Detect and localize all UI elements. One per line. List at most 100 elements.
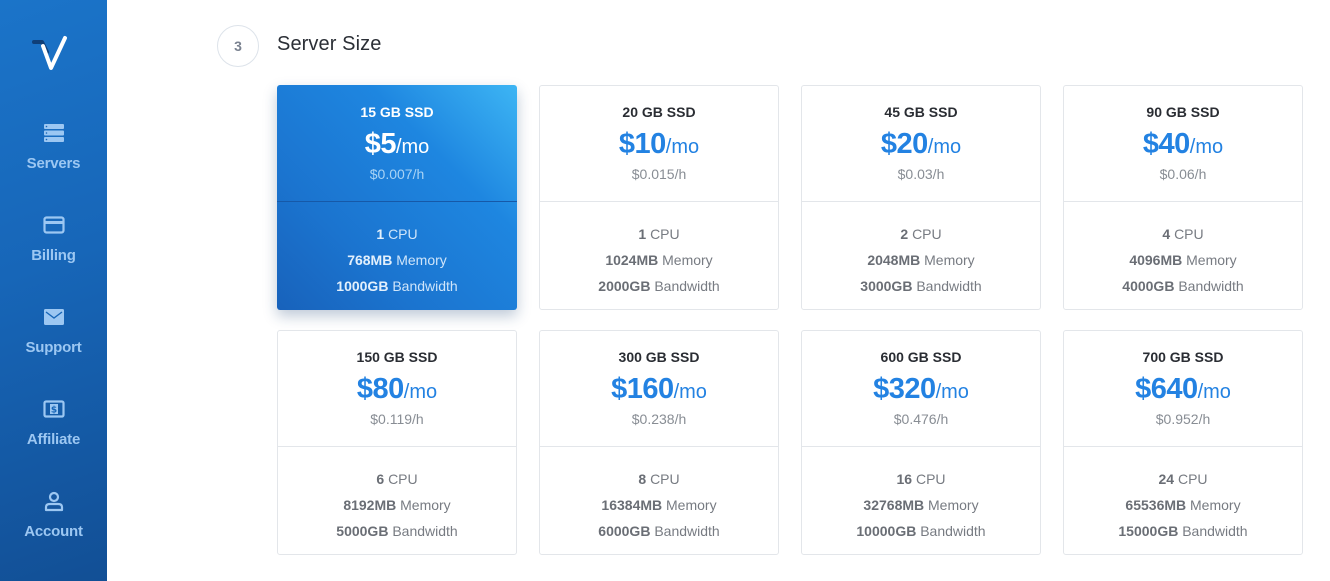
plan-bandwidth: 5000GB Bandwidth	[336, 523, 458, 539]
plan-price: $10/mo	[540, 129, 778, 164]
sidebar-item-affiliate[interactable]: $ Affiliate	[0, 398, 107, 448]
plan-price-unit: /mo	[395, 136, 430, 158]
plan-storage: 700 GB SSD	[1142, 349, 1224, 365]
plan-price: $160/mo	[540, 374, 778, 409]
plan-memory: 768MB Memory	[347, 252, 447, 268]
plan-cpu: 4 CPU	[1162, 226, 1204, 242]
plan-card[interactable]: 90 GB SSD $40/mo $0.06/h 4 CPU 4096MB Me…	[1063, 85, 1303, 310]
plan-memory: 1024MB Memory	[605, 252, 713, 268]
sidebar-item-label: Support	[25, 339, 82, 356]
plan-specs: 8 CPU 16384MB Memory 6000GB Bandwidth	[540, 447, 778, 544]
plan-card-header: 600 GB SSD $320/mo $0.476/h	[802, 331, 1040, 447]
plan-cpu: 1 CPU	[376, 226, 418, 242]
plan-price-unit: /mo	[1197, 381, 1231, 403]
plan-price-amount: $5	[364, 128, 397, 160]
plan-memory: 4096MB Memory	[1129, 252, 1237, 268]
section-title: Server Size	[277, 33, 382, 55]
plan-price: $320/mo	[802, 374, 1040, 409]
plan-memory: 2048MB Memory	[867, 252, 975, 268]
plan-storage: 150 GB SSD	[356, 349, 438, 365]
plan-price: $5/mo	[277, 129, 517, 164]
plan-bandwidth: 2000GB Bandwidth	[598, 278, 720, 294]
plan-price: $20/mo	[802, 129, 1040, 164]
plan-hourly-price: $0.015/h	[631, 166, 687, 182]
plan-bandwidth: 3000GB Bandwidth	[860, 278, 982, 294]
plan-card-header: 90 GB SSD $40/mo $0.06/h	[1064, 86, 1302, 202]
plan-card[interactable]: 700 GB SSD $640/mo $0.952/h 24 CPU 65536…	[1063, 330, 1303, 555]
plan-memory: 16384MB Memory	[601, 497, 717, 513]
plan-hourly-price: $0.952/h	[1155, 411, 1211, 427]
svg-text:$: $	[50, 406, 56, 416]
plan-price-amount: $640	[1135, 373, 1198, 405]
plan-card-header: 20 GB SSD $10/mo $0.015/h	[540, 86, 778, 202]
plan-price-unit: /mo	[673, 381, 707, 403]
plan-storage: 90 GB SSD	[1146, 104, 1220, 120]
plan-card-header: 700 GB SSD $640/mo $0.952/h	[1064, 331, 1302, 447]
sidebar-item-servers[interactable]: Servers	[0, 122, 107, 172]
plan-specs: 4 CPU 4096MB Memory 4000GB Bandwidth	[1064, 202, 1302, 299]
plan-price-unit: /mo	[665, 136, 700, 158]
logo-icon[interactable]	[31, 34, 73, 74]
plan-cpu: 1 CPU	[638, 226, 680, 242]
plan-bandwidth: 6000GB Bandwidth	[598, 523, 720, 539]
plan-price: $640/mo	[1064, 374, 1302, 409]
plan-bandwidth: 15000GB Bandwidth	[1118, 523, 1248, 539]
plan-storage: 600 GB SSD	[880, 349, 962, 365]
plan-card[interactable]: 20 GB SSD $10/mo $0.015/h 1 CPU 1024MB M…	[539, 85, 779, 310]
plan-price-unit: /mo	[1189, 136, 1224, 158]
credit-card-icon	[42, 216, 65, 234]
plan-hourly-price: $0.007/h	[369, 166, 425, 182]
plan-price-amount: $20	[880, 128, 928, 160]
plan-card[interactable]: 150 GB SSD $80/mo $0.119/h 6 CPU 8192MB …	[277, 330, 517, 555]
plan-price-unit: /mo	[935, 381, 969, 403]
plan-card-header: 300 GB SSD $160/mo $0.238/h	[540, 331, 778, 447]
plan-price-amount: $320	[873, 373, 936, 405]
plan-bandwidth: 1000GB Bandwidth	[336, 278, 458, 294]
plan-card[interactable]: 300 GB SSD $160/mo $0.238/h 8 CPU 16384M…	[539, 330, 779, 555]
plan-hourly-price: $0.06/h	[1159, 166, 1207, 182]
plan-specs: 24 CPU 65536MB Memory 15000GB Bandwidth	[1064, 447, 1302, 544]
envelope-icon	[43, 309, 64, 325]
plan-storage: 20 GB SSD	[622, 104, 696, 120]
plan-hourly-price: $0.119/h	[370, 411, 424, 427]
sidebar-item-label: Affiliate	[26, 431, 81, 448]
plan-price-unit: /mo	[927, 136, 962, 158]
sidebar-item-label: Servers	[26, 155, 81, 172]
sidebar-item-label: Billing	[31, 247, 76, 264]
plan-cpu: 2 CPU	[900, 226, 942, 242]
plan-hourly-price: $0.03/h	[897, 166, 945, 182]
plan-card-header: 15 GB SSD $5/mo $0.007/h	[277, 85, 517, 202]
plan-bandwidth: 4000GB Bandwidth	[1122, 278, 1244, 294]
server-size-grid: 15 GB SSD $5/mo $0.007/h 1 CPU 768MB Mem…	[277, 85, 1303, 555]
plan-card-header: 45 GB SSD $20/mo $0.03/h	[802, 86, 1040, 202]
sidebar-item-support[interactable]: Support	[0, 306, 107, 356]
plan-price-amount: $160	[611, 373, 674, 405]
plan-card-header: 150 GB SSD $80/mo $0.119/h	[278, 331, 516, 447]
plan-card-selected[interactable]: 15 GB SSD $5/mo $0.007/h 1 CPU 768MB Mem…	[277, 85, 517, 310]
plan-cpu: 16 CPU	[896, 471, 946, 487]
plan-cpu: 8 CPU	[638, 471, 680, 487]
sidebar: Servers Billing Support $ Affiliate Acco…	[0, 0, 107, 581]
plan-card[interactable]: 45 GB SSD $20/mo $0.03/h 2 CPU 2048MB Me…	[801, 85, 1041, 310]
plan-specs: 1 CPU 768MB Memory 1000GB Bandwidth	[277, 202, 517, 299]
plan-storage: 300 GB SSD	[618, 349, 700, 365]
plan-card[interactable]: 600 GB SSD $320/mo $0.476/h 16 CPU 32768…	[801, 330, 1041, 555]
plan-specs: 2 CPU 2048MB Memory 3000GB Bandwidth	[802, 202, 1040, 299]
sidebar-item-label: Account	[24, 523, 83, 540]
dollar-bill-icon: $	[42, 400, 65, 418]
plan-cpu: 24 CPU	[1158, 471, 1208, 487]
plan-memory: 65536MB Memory	[1125, 497, 1241, 513]
sidebar-item-billing[interactable]: Billing	[0, 214, 107, 264]
plan-storage: 15 GB SSD	[360, 104, 434, 120]
server-stack-icon	[43, 124, 64, 142]
plan-price-amount: $80	[356, 373, 404, 405]
plan-price: $40/mo	[1064, 129, 1302, 164]
sidebar-item-account[interactable]: Account	[0, 490, 107, 540]
plan-specs: 16 CPU 32768MB Memory 10000GB Bandwidth	[802, 447, 1040, 544]
plan-price: $80/mo	[278, 374, 516, 409]
plan-storage: 45 GB SSD	[884, 104, 958, 120]
plan-price-unit: /mo	[403, 381, 438, 403]
plan-price-amount: $40	[1142, 128, 1190, 160]
plan-specs: 1 CPU 1024MB Memory 2000GB Bandwidth	[540, 202, 778, 299]
plan-specs: 6 CPU 8192MB Memory 5000GB Bandwidth	[278, 447, 516, 544]
